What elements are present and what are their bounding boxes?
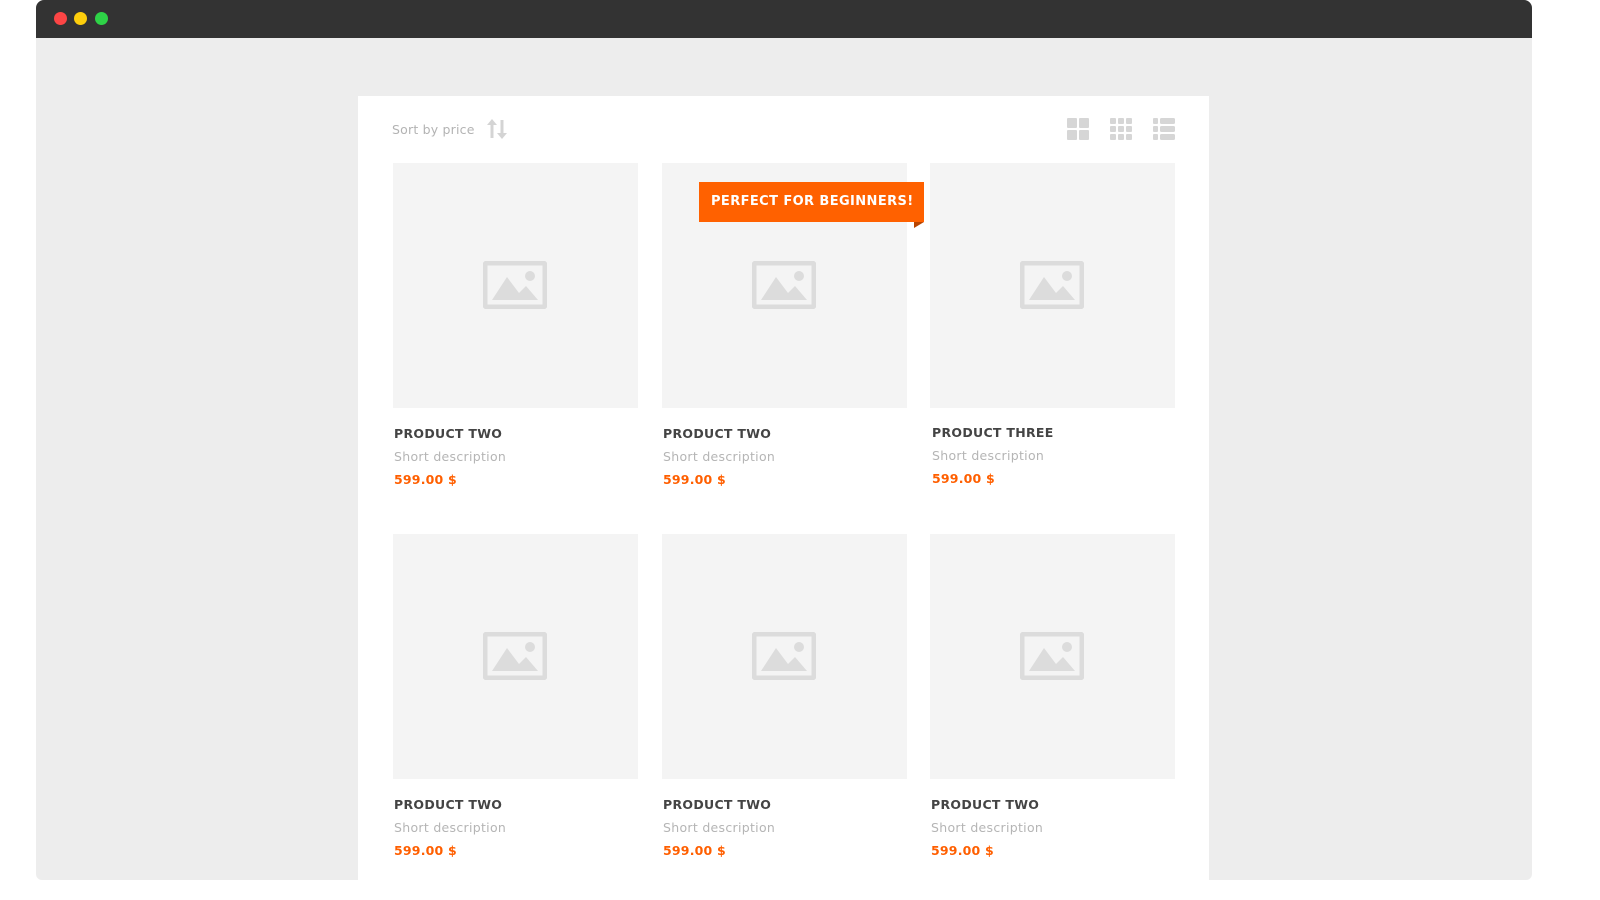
image-placeholder-icon [483, 632, 547, 680]
image-placeholder-icon [1020, 261, 1084, 309]
product-image-placeholder[interactable] [393, 534, 638, 779]
product-badge: PERFECT FOR BEGINNERS! [699, 182, 924, 228]
product-card[interactable]: PRODUCT THREE Short description 599.00 $ [930, 163, 1175, 486]
product-card[interactable]: PRODUCT TWO Short description 599.00 $ [393, 163, 638, 487]
badge-ribbon-fold [913, 222, 924, 228]
product-description: Short description [394, 820, 507, 835]
product-description: Short description [931, 820, 1044, 835]
product-name[interactable]: PRODUCT THREE [930, 425, 1175, 440]
sort-label: Sort by price [392, 121, 475, 137]
product-description: Short description [394, 449, 507, 464]
product-description: Short description [663, 449, 776, 464]
image-placeholder-icon [1020, 632, 1084, 680]
badge-label: PERFECT FOR BEGINNERS! [711, 194, 914, 209]
product-card[interactable]: PRODUCT TWO Short description 599.00 $ [393, 534, 638, 858]
product-price: 599.00 $ [932, 471, 995, 486]
view-mode-switcher [1046, 118, 1175, 140]
product-price: 599.00 $ [663, 472, 726, 487]
product-card[interactable]: PERFECT FOR BEGINNERS! PRODUCT TWO Short… [662, 163, 924, 487]
browser-window: Sort by price PRODUCT TWO Short descript… [36, 0, 1532, 880]
product-image-placeholder[interactable]: PERFECT FOR BEGINNERS! [662, 163, 924, 408]
product-card[interactable]: PRODUCT TWO Short description 599.00 $ [662, 534, 907, 858]
grid-small-icon[interactable] [1110, 118, 1132, 140]
image-placeholder-icon [752, 261, 816, 309]
product-name[interactable]: PRODUCT TWO [393, 426, 638, 441]
product-name[interactable]: PRODUCT TWO [662, 797, 907, 812]
grid-large-icon[interactable] [1067, 118, 1089, 140]
product-listing-panel: Sort by price PRODUCT TWO Short descript… [358, 96, 1209, 880]
product-card[interactable]: PRODUCT TWO Short description 599.00 $ [930, 534, 1175, 858]
product-image-placeholder[interactable] [662, 534, 907, 779]
image-placeholder-icon [752, 632, 816, 680]
sort-by-price-button[interactable]: Sort by price [392, 118, 508, 140]
product-price: 599.00 $ [394, 472, 457, 487]
product-description: Short description [663, 820, 776, 835]
title-bar [36, 0, 1532, 38]
sort-arrows-icon [486, 119, 507, 139]
product-price: 599.00 $ [931, 843, 994, 858]
product-name[interactable]: PRODUCT TWO [662, 426, 907, 441]
maximize-window-button[interactable] [95, 12, 108, 25]
list-icon[interactable] [1153, 118, 1175, 140]
product-name[interactable]: PRODUCT TWO [930, 797, 1175, 812]
image-placeholder-icon [483, 261, 547, 309]
product-price: 599.00 $ [394, 843, 457, 858]
product-image-placeholder[interactable] [930, 163, 1175, 408]
product-image-placeholder[interactable] [930, 534, 1175, 779]
minimize-window-button[interactable] [74, 12, 87, 25]
product-description: Short description [932, 448, 1045, 463]
product-name[interactable]: PRODUCT TWO [393, 797, 638, 812]
product-price: 599.00 $ [663, 843, 726, 858]
product-image-placeholder[interactable] [393, 163, 638, 408]
close-window-button[interactable] [54, 12, 67, 25]
